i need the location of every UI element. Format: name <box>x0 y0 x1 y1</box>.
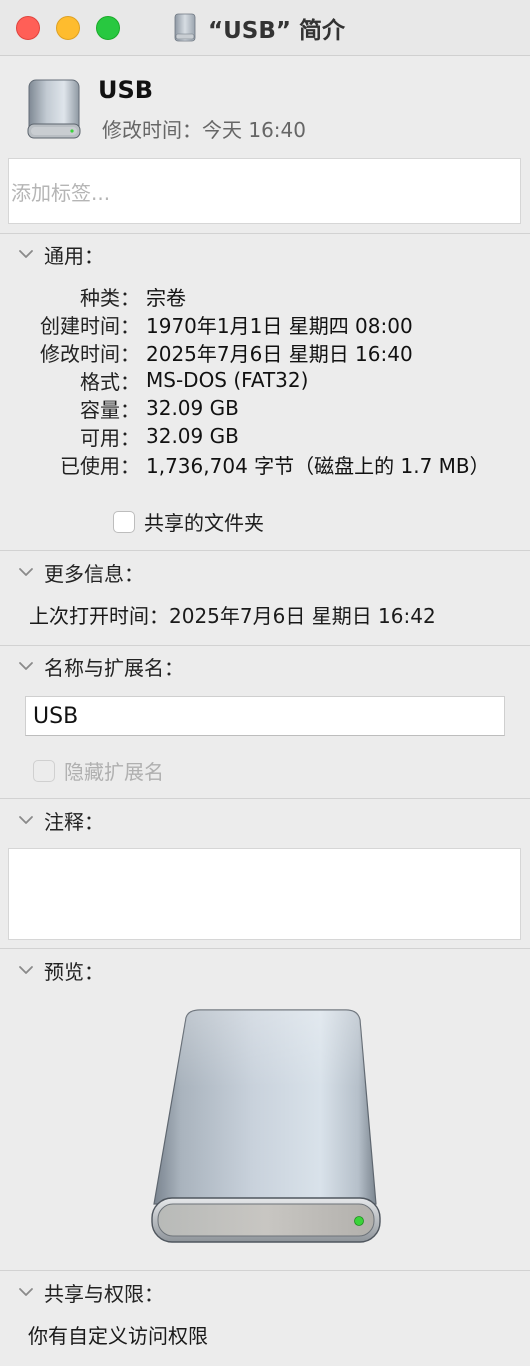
section-title: 注释： <box>44 809 104 834</box>
name-input[interactable] <box>26 697 504 735</box>
section-name-extension[interactable]: 名称与扩展名： <box>0 650 184 682</box>
name-field[interactable] <box>25 696 505 736</box>
chevron-down-icon[interactable] <box>14 808 44 832</box>
info-value: 1,736,704 字节（磁盘上的 1.7 MB） <box>146 453 490 478</box>
info-value: 宗卷 <box>146 285 186 310</box>
external-drive-icon <box>151 1009 381 1243</box>
chevron-down-icon[interactable] <box>14 242 44 266</box>
section-title: 通用： <box>44 243 104 268</box>
info-label: 创建时间： <box>40 313 140 338</box>
section-title: 更多信息： <box>44 561 144 586</box>
section-title: 名称与扩展名： <box>44 655 184 680</box>
external-drive-icon <box>174 13 196 42</box>
file-name: USB <box>98 76 154 104</box>
modified-summary: 修改时间：今天 16:40 <box>102 118 306 142</box>
close-button[interactable] <box>16 16 40 40</box>
checkbox[interactable] <box>113 510 135 533</box>
last-opened-text: 上次打开时间：2025年7月6日 星期日 16:42 <box>29 604 436 628</box>
section-title: 预览： <box>44 959 104 984</box>
section-preview[interactable]: 预览： <box>0 954 104 986</box>
zoom-button[interactable] <box>96 16 120 40</box>
info-row-available: 可用： 32.09 GB <box>0 422 239 450</box>
info-value: MS-DOS (FAT32) <box>146 368 309 392</box>
info-value: 2025年7月6日 星期日 16:40 <box>146 341 413 366</box>
info-label: 已使用： <box>60 453 140 478</box>
info-label: 格式： <box>80 369 140 394</box>
info-value: 32.09 GB <box>146 396 239 420</box>
chevron-down-icon[interactable] <box>14 958 44 982</box>
info-label: 修改时间： <box>40 341 140 366</box>
info-row-modified: 修改时间： 2025年7月6日 星期日 16:40 <box>0 338 413 366</box>
tags-field[interactable] <box>8 158 521 224</box>
window-title-group: “USB” 简介 <box>172 10 345 46</box>
section-more-info[interactable]: 更多信息： <box>0 556 144 588</box>
checkbox[interactable] <box>33 759 55 782</box>
chevron-down-icon[interactable] <box>14 560 44 584</box>
divider <box>0 1270 530 1271</box>
info-label: 种类： <box>80 285 140 310</box>
external-drive-icon <box>27 79 81 139</box>
info-row-created: 创建时间： 1970年1月1日 星期四 08:00 <box>0 310 413 338</box>
info-label: 可用： <box>80 425 140 450</box>
info-value: 32.09 GB <box>146 424 239 448</box>
divider <box>0 550 530 551</box>
section-title: 共享与权限： <box>44 1281 164 1306</box>
window-title: “USB” 简介 <box>208 18 346 44</box>
comments-input[interactable] <box>9 849 520 939</box>
permissions-text: 你有自定义访问权限 <box>28 1324 208 1348</box>
info-value: 1970年1月1日 星期四 08:00 <box>146 313 413 338</box>
divider <box>0 948 530 949</box>
divider <box>0 645 530 646</box>
info-row-kind: 种类： 宗卷 <box>0 282 186 310</box>
checkbox-label: 共享的文件夹 <box>144 511 264 535</box>
comments-field[interactable] <box>8 848 521 940</box>
divider <box>0 233 530 234</box>
section-comments[interactable]: 注释： <box>0 804 104 836</box>
chevron-down-icon[interactable] <box>14 1280 44 1304</box>
info-row-format: 格式： MS-DOS (FAT32) <box>0 366 308 394</box>
chevron-down-icon[interactable] <box>14 654 44 678</box>
title-bar: “USB” 简介 <box>0 0 530 56</box>
shared-folder-checkbox[interactable]: 共享的文件夹 <box>113 507 264 536</box>
section-general[interactable]: 通用： <box>0 238 104 270</box>
info-label: 容量： <box>80 397 140 422</box>
checkbox-label: 隐藏扩展名 <box>64 760 164 784</box>
divider <box>0 798 530 799</box>
hide-extension-checkbox[interactable]: 隐藏扩展名 <box>33 756 164 785</box>
minimize-button[interactable] <box>56 16 80 40</box>
info-row-capacity: 容量： 32.09 GB <box>0 394 239 422</box>
tags-input[interactable] <box>9 159 520 223</box>
info-row-used: 已使用： 1,736,704 字节（磁盘上的 1.7 MB） <box>0 450 490 478</box>
section-sharing-permissions[interactable]: 共享与权限： <box>0 1276 164 1308</box>
